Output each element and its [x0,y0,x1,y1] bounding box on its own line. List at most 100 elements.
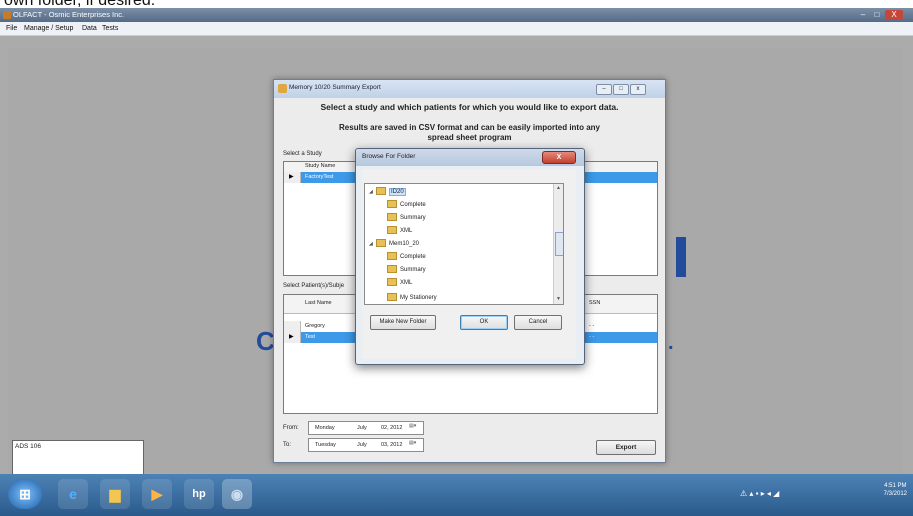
ssn-cell: - - [589,334,595,340]
tree-node[interactable]: ◢ Mem10_20 [369,238,419,250]
tree-node[interactable]: Complete [387,199,426,211]
tree-node[interactable]: Complete [387,251,426,263]
clock-date: 7/3/2012 [883,491,907,497]
folder-tree: ◢ ID20 Complete Summary XML ◢ Mem10_20 Com… [364,183,564,305]
row-header: ▶ [284,332,301,343]
internet-explorer-icon: e [69,486,77,502]
folder-icon [387,265,397,274]
select-study-label: Select a Study [283,151,322,157]
last-name-cell: Gregory [305,323,325,329]
folder-icon [387,226,397,235]
taskbar: ⊞ e ▆ ▶ hp ◉ ⚠ ▴ ▪ ▸ ◂ ◢ 4:51 PM 7/3/201… [0,474,913,516]
background-logo-fragment: . [668,332,674,354]
dialog-title-bar: Memory 10/20 Summary Export – □ x [274,80,665,98]
media-player-icon: ▶ [151,486,163,502]
app-title: OLFACT - Osmic Enterprises Inc. [13,10,125,19]
tree-node[interactable]: My Stationery [387,292,437,304]
background-logo-fragment: C [256,326,275,356]
minimize-button[interactable]: – [857,10,869,20]
dialog-app-icon [278,84,287,93]
from-day: Monday [315,425,335,431]
ads-status-box: ADS 106 [12,440,144,478]
app-title-bar: OLFACT - Osmic Enterprises Inc. – □ X [0,8,913,22]
study-name-cell: FactoryTest [305,174,334,180]
to-day: Tuesday [315,442,336,448]
browse-close-button[interactable]: X [542,151,576,164]
to-month: July [357,442,367,448]
make-new-folder-button[interactable]: Make New Folder [370,315,436,330]
folder-icon [387,293,397,302]
folder-icon: ▆ [109,486,121,502]
browse-folder-dialog: Browse For Folder X ◢ ID20 Complete Summa… [355,148,585,365]
taskbar-ie[interactable]: e [58,479,88,509]
dialog-maximize-button[interactable]: □ [613,84,629,95]
to-date-picker[interactable]: Tuesday July 03, 2012 ▤▾ [308,438,424,452]
windows-logo-icon: ⊞ [19,486,31,502]
tree-node[interactable]: XML [387,225,412,237]
close-button[interactable]: X [885,10,903,20]
browse-title: Browse For Folder [362,153,416,160]
scroll-down-icon[interactable]: ▼ [554,295,563,304]
select-patients-label: Select Patient(s)/Subje [283,283,345,289]
dialog-note: Results are saved in CSV format and can … [339,123,600,142]
calendar-dropdown-icon[interactable]: ▤▾ [409,439,423,447]
tree-scrollbar[interactable]: ▲ ▼ [553,184,563,304]
menu-file[interactable]: File [6,23,17,34]
menu-bar: File Manage / Setup Data Tests [0,22,913,36]
tree-node[interactable]: ◢ ID20 [369,186,406,198]
system-tray-icons[interactable]: ⚠ ▴ ▪ ▸ ◂ ◢ [740,484,870,504]
dialog-minimize-button[interactable]: – [596,84,612,95]
row-header: ▶ [284,172,301,183]
document-fragment-text: own folder, if desired. [0,0,913,8]
menu-tests[interactable]: Tests [102,23,118,34]
menu-manage-setup[interactable]: Manage / Setup [24,23,73,34]
dialog-title: Memory 10/20 Summary Export [289,84,381,91]
folder-icon [387,200,397,209]
from-label: From: [283,425,299,431]
maximize-button[interactable]: □ [871,10,883,20]
from-date: 02, 2012 [381,425,403,431]
column-header-last-name[interactable]: Last Name [305,300,332,306]
from-month: July [357,425,367,431]
tree-node[interactable]: Summary [387,264,426,276]
olfact-app-icon: ◉ [230,486,244,502]
tree-node[interactable]: Summary [387,212,426,224]
taskbar-explorer[interactable]: ▆ [100,479,130,509]
scrollbar-thumb[interactable] [555,232,563,256]
taskbar-media[interactable]: ▶ [142,479,172,509]
ok-button[interactable]: OK [460,315,508,330]
calendar-dropdown-icon[interactable]: ▤▾ [409,422,423,430]
to-date: 03, 2012 [381,442,403,448]
folder-icon [376,187,386,196]
last-name-cell: Test [305,334,316,340]
to-label: To: [283,442,292,448]
menu-data[interactable]: Data [82,23,97,34]
row-pointer-icon: ▶ [289,334,294,340]
taskbar-olfact[interactable]: ◉ [222,479,252,509]
hp-icon: hp [192,488,206,500]
background-logo-fragment [676,237,686,277]
folder-icon [387,252,397,261]
expand-arrow-icon[interactable]: ◢ [369,186,376,198]
folder-icon [387,213,397,222]
from-date-picker[interactable]: Monday July 02, 2012 ▤▾ [308,421,424,435]
clock[interactable]: 4:51 PM 7/3/2012 [884,482,907,498]
start-button[interactable]: ⊞ [8,479,42,509]
folder-icon [376,239,386,248]
scroll-up-icon[interactable]: ▲ [554,184,563,193]
export-button[interactable]: Export [596,440,656,455]
dialog-close-button[interactable]: x [630,84,646,95]
column-header-study-name[interactable]: Study Name [305,163,335,169]
browse-title-bar: Browse For Folder X [356,149,584,166]
column-header-ssn[interactable]: SSN [589,300,600,306]
row-pointer-icon: ▶ [289,174,294,180]
row-header [284,321,301,332]
app-logo-icon [3,11,11,19]
taskbar-hp[interactable]: hp [184,479,214,509]
ssn-cell: - - [589,323,595,329]
expand-arrow-icon[interactable]: ◢ [369,238,376,250]
folder-icon [387,278,397,287]
tree-node[interactable]: XML [387,277,412,289]
cancel-button[interactable]: Cancel [514,315,562,330]
dialog-instruction: Select a study and which patients for wh… [320,102,619,112]
